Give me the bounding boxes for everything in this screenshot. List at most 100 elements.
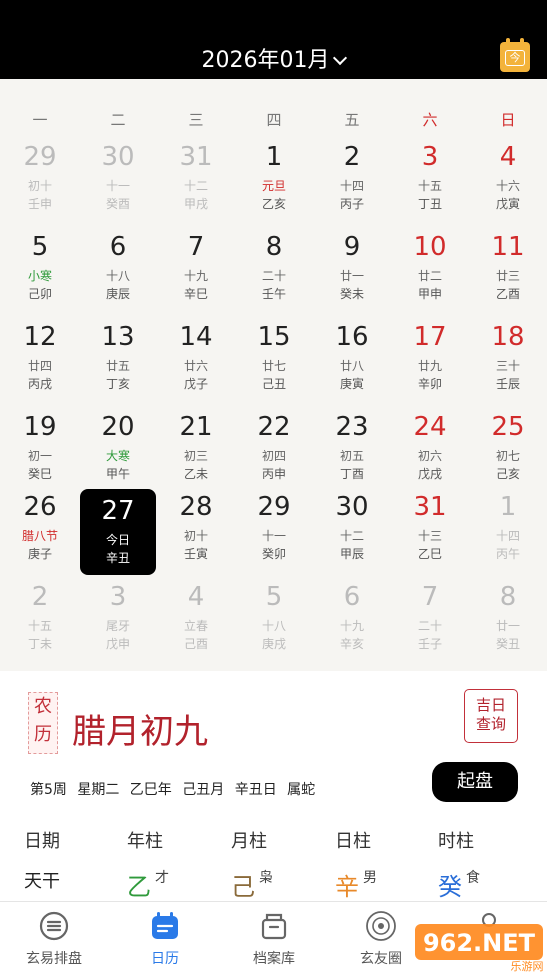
day-cell-selected[interactable]: 27 今日 辛丑: [80, 489, 156, 575]
month-selector[interactable]: 2026年01月: [0, 42, 547, 74]
day-cell[interactable]: 1 十四 丙午: [469, 491, 547, 579]
month-stem: 己枭: [231, 867, 331, 902]
month-stem-god: 枭: [259, 870, 273, 886]
day-cell[interactable]: 8 廿一 癸丑: [469, 581, 547, 669]
lunar-day: 十一: [261, 529, 286, 543]
day-number: 10: [413, 232, 447, 262]
ganzhi-day: 癸未: [339, 287, 364, 301]
day-number: 6: [343, 582, 361, 612]
day-number: 24: [413, 412, 447, 442]
day-cell[interactable]: 12 廿四 丙戌: [1, 321, 79, 409]
day-cell[interactable]: 8 二十 壬午: [235, 231, 313, 319]
day-cell[interactable]: 24 初六 戊戌: [391, 411, 469, 499]
lunar-day: 立春: [183, 619, 208, 633]
today-calendar-button[interactable]: 今: [500, 38, 530, 72]
day-number: 5: [265, 582, 283, 612]
lunar-badge-bottom: 历: [34, 724, 52, 745]
day-stem: 辛男: [335, 867, 435, 902]
day-cell[interactable]: 19 初一 癸巳: [1, 411, 79, 499]
lunar-day: 初五: [339, 449, 364, 463]
tab-xuanyi-paipan[interactable]: 玄易排盘: [14, 910, 94, 968]
day-cell[interactable]: 7 二十 壬子: [391, 581, 469, 669]
day-cell[interactable]: 3 十五 丁丑: [391, 141, 469, 229]
day-number: 15: [257, 322, 291, 352]
lunar-day: 廿五: [105, 359, 130, 373]
day-cell[interactable]: 6 十八 庚辰: [79, 231, 157, 319]
day-cell[interactable]: 25 初七 己亥: [469, 411, 547, 499]
day-cell[interactable]: 26 腊八节 庚子: [1, 491, 79, 579]
lunar-day: 初四: [261, 449, 286, 463]
day-cell[interactable]: 22 初四 丙申: [235, 411, 313, 499]
top-bar: 2026年01月 今: [0, 0, 547, 79]
day-cell[interactable]: 1 元旦 乙亥: [235, 141, 313, 229]
pillar-header-hour: 时柱: [438, 831, 474, 852]
day-cell[interactable]: 30 十二 甲辰: [313, 491, 391, 579]
day-number: 30: [101, 142, 135, 172]
day-cell[interactable]: 21 初三 乙未: [157, 411, 235, 499]
day-number: 16: [335, 322, 369, 352]
day-cell[interactable]: 16 廿八 庚寅: [313, 321, 391, 409]
day-cell[interactable]: 14 廿六 戊子: [157, 321, 235, 409]
weekday-4: 五: [344, 111, 360, 129]
day-cell[interactable]: 31 十三 乙巳: [391, 491, 469, 579]
day-cell[interactable]: 28 初十 壬寅: [157, 491, 235, 579]
ganzhi-day: 己丑: [261, 377, 286, 391]
day-cell[interactable]: 15 廿七 己丑: [235, 321, 313, 409]
day-cell[interactable]: 18 三十 壬辰: [469, 321, 547, 409]
lunar-day: 廿九: [417, 359, 442, 373]
day-cell[interactable]: 13 廿五 丁亥: [79, 321, 157, 409]
ganzhi-day: 壬辰: [495, 377, 520, 391]
day-stem-char: 辛: [335, 873, 359, 901]
day-cell[interactable]: 6 十九 辛亥: [313, 581, 391, 669]
day-cell[interactable]: 9 廿一癸未: [313, 231, 391, 319]
day-cell[interactable]: 11 廿三 乙酉: [469, 231, 547, 319]
day-cell[interactable]: 5 小寒 己卯: [1, 231, 79, 319]
day-cell[interactable]: 7 十九 辛巳: [157, 231, 235, 319]
day-number: 1: [265, 142, 283, 172]
ganzhi-day: 丁酉: [339, 467, 364, 481]
lunar-day: 十八: [261, 619, 286, 633]
day-number: 21: [179, 412, 213, 442]
qipan-button[interactable]: 起盘: [432, 762, 518, 802]
day-cell[interactable]: 5 十八庚戌: [235, 581, 313, 669]
pillar-header-day: 日柱: [335, 831, 371, 852]
day-cell[interactable]: 23 初五 丁酉: [313, 411, 391, 499]
weekday-0: 一: [32, 111, 48, 129]
day-cell[interactable]: 31 十二 甲戌: [157, 141, 235, 229]
day-cell[interactable]: 17 廿九 辛卯: [391, 321, 469, 409]
ganzhi-day: 甲申: [417, 287, 442, 301]
archive-box-icon: [261, 913, 287, 940]
ganzhi-day: 辛巳: [183, 287, 208, 301]
lunar-day: 廿一: [339, 269, 364, 283]
day-cell[interactable]: 29 十一 癸卯: [235, 491, 313, 579]
day-cell[interactable]: 20 大寒 甲午: [79, 411, 157, 499]
day-cell[interactable]: 4 立春 己酉: [157, 581, 235, 669]
day-number: 8: [265, 232, 283, 262]
lunar-day: 初十: [183, 529, 208, 543]
day-cell[interactable]: 3 尾牙 戊申: [79, 581, 157, 669]
ganzhi-day: 壬寅: [183, 547, 208, 561]
day-cell[interactable]: 30 十一 癸酉: [79, 141, 157, 229]
date-detail-line: 第5周 星期二 乙巳年 己丑月 辛丑日 属蛇: [30, 782, 316, 798]
day-cell[interactable]: 10 廿二 甲申: [391, 231, 469, 319]
day-number: 30: [335, 492, 369, 522]
ganzhi-day: 癸丑: [495, 637, 520, 651]
calendar-icon: [152, 912, 178, 939]
lunar-day: 初六: [417, 449, 442, 463]
day-cell[interactable]: 2 十五 丁未: [1, 581, 79, 669]
day-number: 27: [101, 496, 135, 526]
tab-calendar[interactable]: 日历: [125, 910, 205, 968]
lunar-day: 二十: [261, 269, 286, 283]
day-number: 9: [343, 232, 361, 262]
hour-stem-god: 食: [466, 870, 480, 886]
lunar-day: 廿一: [495, 619, 520, 633]
day-cell[interactable]: 4 十六 戊寅: [469, 141, 547, 229]
tab-archive[interactable]: 档案库: [234, 910, 314, 968]
auspicious-day-query-button[interactable]: 吉日 查询: [464, 689, 518, 743]
ganzhi-day: 甲戌: [183, 197, 208, 211]
day-number: 6: [109, 232, 127, 262]
ganzhi-day: 庚戌: [261, 637, 286, 651]
ganzhi-day: 丙子: [339, 197, 364, 211]
day-cell[interactable]: 2 十四 丙子: [313, 141, 391, 229]
day-cell[interactable]: 29 初十 壬申: [1, 141, 79, 229]
